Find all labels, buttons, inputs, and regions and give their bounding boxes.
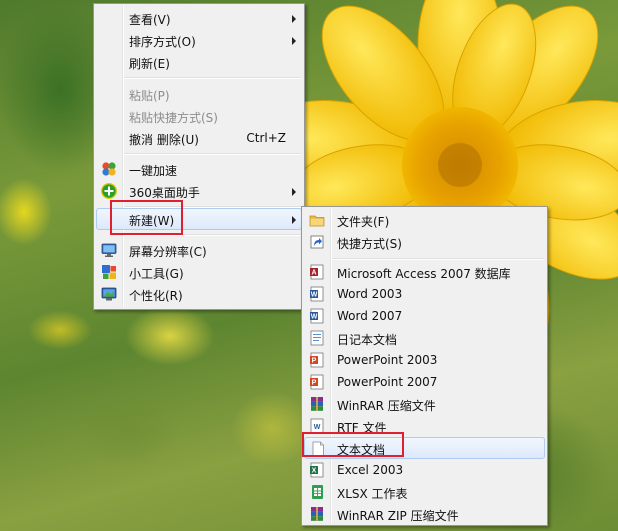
personalize-icon — [101, 287, 117, 301]
menu-item-paste: 粘贴(P) — [96, 83, 302, 105]
winrar-zip-icon — [311, 507, 323, 521]
journal-icon — [310, 330, 324, 346]
new-submenu: 文件夹(F) 快捷方式(S) A Microsoft Access 2007 数… — [301, 206, 548, 526]
submenu-item-winrar-zip[interactable]: WinRAR ZIP 压缩文件 — [304, 503, 545, 525]
word-icon: W — [310, 286, 324, 302]
menu-separator — [332, 258, 544, 260]
desktop-context-menu: 查看(V) 排序方式(O) 刷新(E) 粘贴(P) 粘贴快捷方式(S) 撤消 删… — [93, 3, 305, 310]
svg-text:W: W — [311, 314, 318, 321]
menu-separator — [124, 77, 301, 79]
winrar-icon — [311, 397, 323, 411]
menu-item-label: 360桌面助手 — [129, 186, 200, 200]
submenu-item-access-2007[interactable]: A Microsoft Access 2007 数据库 — [304, 261, 545, 283]
menu-item-label: 排序方式(O) — [129, 35, 196, 49]
word-icon: W — [310, 308, 324, 324]
submenu-arrow-icon — [292, 188, 296, 196]
menu-item-label: 一键加速 — [129, 164, 178, 178]
access-icon: A — [310, 264, 324, 280]
submenu-arrow-icon — [292, 37, 296, 45]
menu-item-label: Excel 2003 — [337, 463, 404, 477]
svg-text:P: P — [312, 380, 317, 387]
menu-item-label: 小工具(G) — [129, 267, 184, 281]
menu-item-sort-by[interactable]: 排序方式(O) — [96, 29, 302, 51]
annotation-box-text-document — [302, 432, 404, 457]
submenu-item-journal[interactable]: 日记本文档 — [304, 327, 545, 349]
submenu-item-xlsx[interactable]: XLSX 工作表 — [304, 481, 545, 503]
menu-item-label: 撤消 删除(U) — [129, 133, 199, 147]
menu-item-screen-resolution[interactable]: 屏幕分辨率(C) — [96, 239, 302, 261]
submenu-item-word-2007[interactable]: W Word 2007 — [304, 305, 545, 327]
submenu-arrow-icon — [292, 15, 296, 23]
menu-item-label: PowerPoint 2003 — [337, 353, 438, 367]
menu-item-label: 屏幕分辨率(C) — [129, 245, 207, 259]
submenu-item-shortcut[interactable]: 快捷方式(S) — [304, 231, 545, 253]
submenu-item-excel-2003[interactable]: X Excel 2003 — [304, 459, 545, 481]
submenu-item-folder[interactable]: 文件夹(F) — [304, 209, 545, 231]
annotation-box-new — [110, 200, 183, 235]
menu-item-undo-delete[interactable]: 撤消 删除(U) Ctrl+Z — [96, 127, 302, 149]
shortcut-icon — [310, 235, 324, 249]
menu-item-speedup[interactable]: 一键加速 — [96, 158, 302, 180]
menu-item-gadgets[interactable]: 小工具(G) — [96, 261, 302, 283]
menu-item-label: WinRAR 压缩文件 — [337, 399, 436, 413]
menu-item-label: WinRAR ZIP 压缩文件 — [337, 509, 459, 523]
menu-item-label: 刷新(E) — [129, 57, 170, 71]
menu-item-personalize[interactable]: 个性化(R) — [96, 283, 302, 305]
svg-text:X: X — [312, 468, 317, 475]
menu-item-360-desktop[interactable]: 360桌面助手 — [96, 180, 302, 202]
powerpoint-icon: P — [310, 374, 324, 390]
menu-item-label: 粘贴快捷方式(S) — [129, 111, 218, 125]
powerpoint-icon: P — [310, 352, 324, 368]
menu-item-label: Word 2007 — [337, 309, 403, 323]
menu-item-label: 文件夹(F) — [337, 215, 390, 229]
menu-item-label: PowerPoint 2007 — [337, 375, 438, 389]
speedup-icon — [102, 162, 116, 176]
menu-item-label: 粘贴(P) — [129, 89, 170, 103]
menu-item-label: Word 2003 — [337, 287, 403, 301]
menu-item-label: 日记本文档 — [337, 333, 398, 347]
menu-item-label: 个性化(R) — [129, 289, 183, 303]
menu-item-paste-shortcut: 粘贴快捷方式(S) — [96, 105, 302, 127]
menu-item-label: Microsoft Access 2007 数据库 — [337, 267, 511, 281]
gadgets-icon — [102, 265, 116, 279]
xlsx-icon — [312, 485, 323, 499]
menu-item-view[interactable]: 查看(V) — [96, 7, 302, 29]
menu-item-refresh[interactable]: 刷新(E) — [96, 51, 302, 73]
svg-text:A: A — [311, 270, 316, 277]
submenu-arrow-icon — [292, 216, 296, 224]
submenu-item-winrar[interactable]: WinRAR 压缩文件 — [304, 393, 545, 415]
menu-item-label: 查看(V) — [129, 13, 171, 27]
menu-item-shortcut: Ctrl+Z — [246, 131, 286, 145]
folder-icon — [309, 215, 325, 227]
svg-text:W: W — [311, 292, 318, 299]
360-icon — [101, 183, 117, 199]
menu-item-label: 快捷方式(S) — [337, 237, 402, 251]
submenu-item-powerpoint-2003[interactable]: P PowerPoint 2003 — [304, 349, 545, 371]
submenu-item-word-2003[interactable]: W Word 2003 — [304, 283, 545, 305]
excel-icon: X — [310, 462, 324, 478]
submenu-item-powerpoint-2007[interactable]: P PowerPoint 2007 — [304, 371, 545, 393]
svg-text:W: W — [314, 424, 321, 431]
menu-separator — [124, 153, 301, 155]
monitor-icon — [101, 243, 117, 257]
menu-item-label: XLSX 工作表 — [337, 487, 408, 501]
svg-text:P: P — [312, 358, 317, 365]
